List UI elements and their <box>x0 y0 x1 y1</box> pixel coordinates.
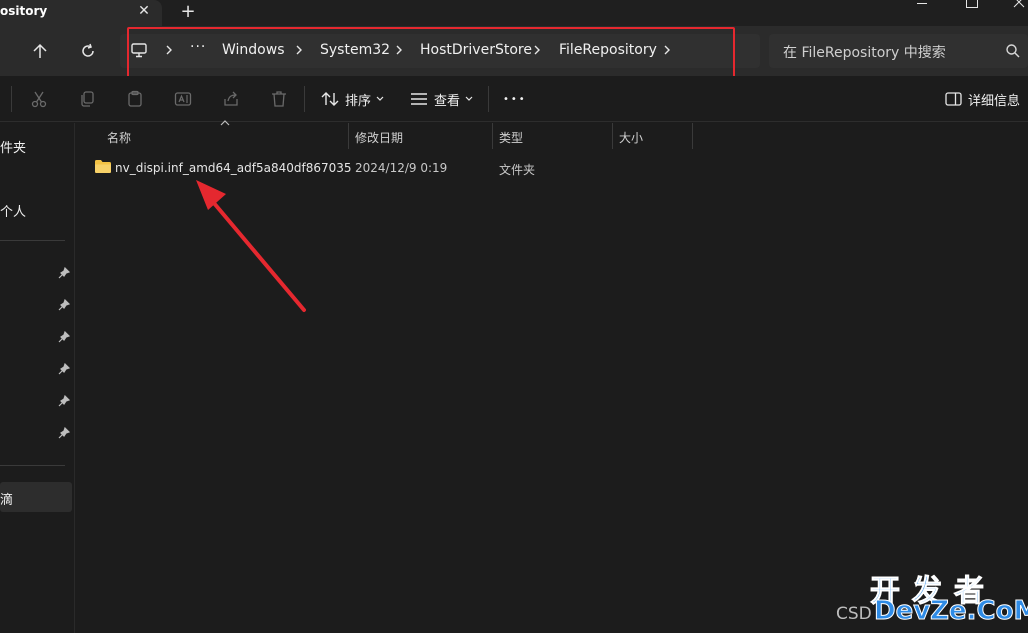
search-icon <box>1006 44 1020 58</box>
sort-ascending-icon <box>220 120 230 126</box>
close-window-button[interactable] <box>995 0 1028 12</box>
sidebar-item-selected[interactable]: 滴 <box>0 482 72 512</box>
toolbar-divider <box>304 86 305 112</box>
view-label: 查看 <box>434 93 461 109</box>
column-divider[interactable] <box>348 123 349 149</box>
delete-icon[interactable] <box>270 90 288 108</box>
toolbar-divider <box>11 86 12 112</box>
view-icon <box>411 93 427 105</box>
folder-icon <box>95 160 111 173</box>
refresh-button[interactable] <box>74 38 102 64</box>
chevron-down-icon <box>376 96 384 101</box>
pin-icon[interactable] <box>58 267 70 279</box>
sort-label: 排序 <box>345 93 372 109</box>
cut-icon[interactable] <box>30 90 48 108</box>
pin-icon[interactable] <box>58 427 70 439</box>
column-header-type[interactable]: 类型 <box>499 129 523 146</box>
more-options-icon[interactable]: ••• <box>503 89 527 109</box>
column-header-row: 名称 修改日期 类型 大小 <box>76 120 1028 149</box>
up-button[interactable] <box>26 38 54 64</box>
sidebar-divider <box>0 465 65 466</box>
view-button[interactable]: 查看 <box>410 89 473 109</box>
column-header-size[interactable]: 大小 <box>619 129 643 146</box>
minimize-button[interactable] <box>893 0 939 12</box>
details-label: 详细信息 <box>968 93 1021 109</box>
tab-close-icon[interactable]: ✕ <box>136 3 152 19</box>
watermark: 开发者 CSD DevZe.CoM <box>834 566 1028 633</box>
tab-strip: ository ✕ + <box>0 0 1028 26</box>
column-header-name[interactable]: 名称 <box>107 129 131 146</box>
sort-button[interactable]: 排序 <box>321 89 384 109</box>
sort-icon <box>321 92 339 106</box>
watermark-csdn-text: CSD <box>836 604 872 624</box>
new-tab-icon[interactable]: + <box>178 3 198 21</box>
red-arrow-annotation <box>196 180 306 312</box>
sidebar-item-folders[interactable]: 件夹 <box>0 137 26 156</box>
table-row[interactable]: nv_dispi.inf_amd64_adf5a840df867035 2024… <box>90 156 590 180</box>
sidebar-divider <box>0 240 65 241</box>
details-pane-icon <box>945 92 962 106</box>
pin-icon[interactable] <box>58 331 70 343</box>
search-box[interactable]: 在 FileRepository 中搜索 <box>769 34 1028 68</box>
toolbar-divider <box>488 86 489 112</box>
search-placeholder: 在 FileRepository 中搜索 <box>783 45 946 61</box>
navigation-pane: 件夹 个人 滴 <box>0 123 75 633</box>
refresh-icon <box>82 43 94 57</box>
paste-icon[interactable] <box>126 90 144 108</box>
sidebar-item-label: 滴 <box>0 493 14 508</box>
watermark-domain-text: DevZe.CoM <box>873 596 1028 627</box>
column-header-modified[interactable]: 修改日期 <box>355 129 403 146</box>
copy-icon[interactable] <box>78 90 96 108</box>
column-divider[interactable] <box>692 123 693 149</box>
pin-icon[interactable] <box>58 363 70 375</box>
command-bar: 排序 查看 ••• 详细信息 <box>0 76 1028 122</box>
chevron-down-icon <box>465 96 473 101</box>
file-type: 文件夹 <box>499 163 536 177</box>
column-divider[interactable] <box>492 123 493 149</box>
sidebar-item-personal[interactable]: 个人 <box>0 201 26 220</box>
column-divider[interactable] <box>612 123 613 149</box>
details-button[interactable]: 详细信息 <box>945 89 1020 109</box>
file-modified: 2024/12/9 0:19 <box>355 161 448 175</box>
pin-icon[interactable] <box>58 299 70 311</box>
rename-icon[interactable] <box>174 90 192 108</box>
maximize-button[interactable] <box>948 0 994 12</box>
arrow-up-icon <box>33 43 47 58</box>
close-window-icon <box>1013 0 1025 8</box>
tab-active[interactable]: ository ✕ <box>0 0 162 26</box>
share-icon[interactable] <box>222 90 240 108</box>
tab-title: ository <box>0 4 48 18</box>
pin-icon[interactable] <box>58 395 70 407</box>
address-highlight-annotation <box>127 27 735 78</box>
